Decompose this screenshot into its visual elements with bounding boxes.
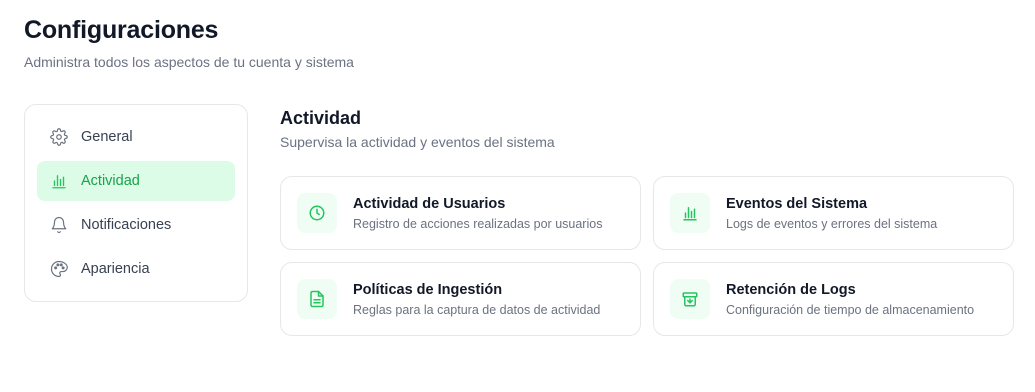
card-description: Reglas para la captura de datos de activ… [353,302,601,317]
palette-icon [49,259,69,279]
sidebar-item-label: General [81,129,133,145]
sidebar-item-label: Notificaciones [81,217,172,233]
sidebar-item-general[interactable]: General [37,117,235,157]
archive-icon [670,279,710,319]
sidebar-item-actividad[interactable]: Actividad [37,161,235,201]
card-title: Eventos del Sistema [726,195,868,212]
card-title: Políticas de Ingestión [353,281,503,298]
section-subtitle: Supervisa la actividad y eventos del sis… [280,134,555,150]
gear-icon [49,127,69,147]
card-title: Actividad de Usuarios [353,195,506,212]
section-title: Actividad [280,108,362,128]
settings-sidebar: General Actividad Notificaciones Aparien… [24,104,248,302]
clock-icon [297,193,337,233]
sidebar-item-label: Actividad [81,173,140,189]
sidebar-item-label: Apariencia [81,261,150,277]
page-subtitle: Administra todos los aspectos de tu cuen… [24,54,354,70]
card-actividad-usuarios[interactable]: Actividad de Usuarios Registro de accion… [280,176,641,250]
bar-chart-icon [670,193,710,233]
card-description: Logs de eventos y errores del sistema [726,216,938,231]
page-title: Configuraciones [24,16,219,44]
card-retencion-logs[interactable]: Retención de Logs Configuración de tiemp… [653,262,1014,336]
bar-chart-icon [49,171,69,191]
card-eventos-sistema[interactable]: Eventos del Sistema Logs de eventos y er… [653,176,1014,250]
document-icon [297,279,337,319]
card-description: Configuración de tiempo de almacenamient… [726,302,975,317]
card-politicas-ingestion[interactable]: Políticas de Ingestión Reglas para la ca… [280,262,641,336]
bell-icon [49,215,69,235]
sidebar-item-notificaciones[interactable]: Notificaciones [37,205,235,245]
card-description: Registro de acciones realizadas por usua… [353,216,603,231]
card-title: Retención de Logs [726,281,856,298]
sidebar-item-apariencia[interactable]: Apariencia [37,249,235,289]
